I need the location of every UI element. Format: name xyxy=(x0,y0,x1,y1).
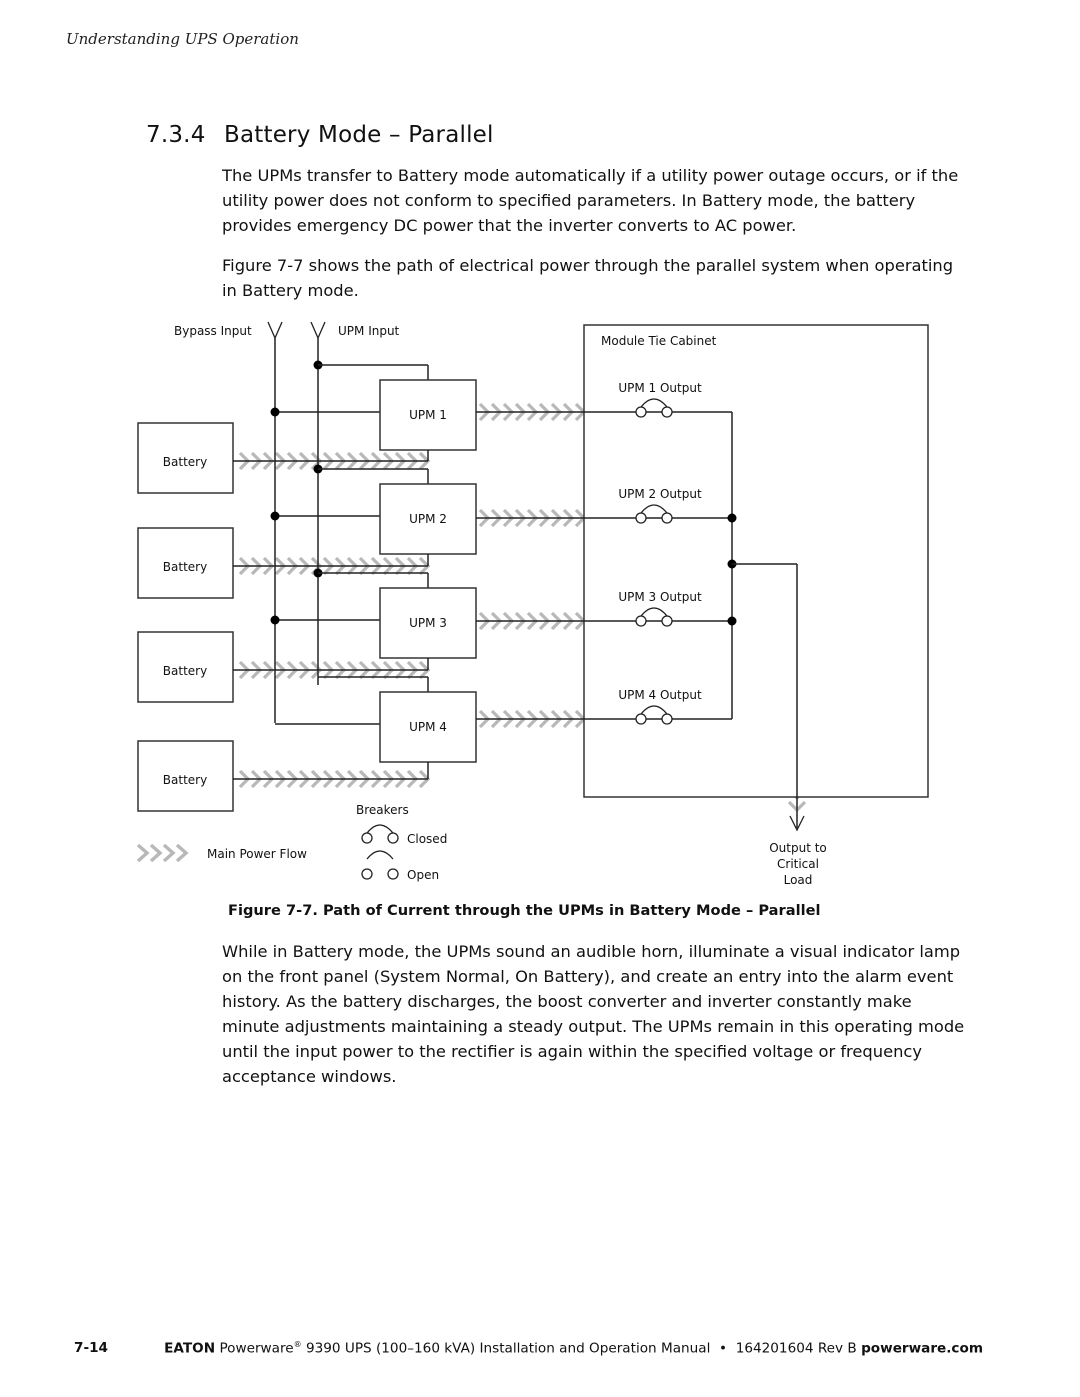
closed-legend-label: Closed xyxy=(407,832,447,846)
figure-caption: Figure 7-7. Path of Current through the … xyxy=(228,902,821,919)
bypass-junction-3 xyxy=(270,615,280,625)
upm-output-label-1: UPM 1 Output xyxy=(618,381,702,395)
registered-mark: ® xyxy=(293,1340,302,1349)
breaker-terminal xyxy=(661,713,673,725)
output-label-3: Load xyxy=(784,873,813,887)
flow-chevron xyxy=(175,843,189,863)
section-number: 7.3.4 xyxy=(146,122,206,148)
wire-layer xyxy=(137,321,929,880)
brand-name: EATON xyxy=(164,1340,216,1357)
breaker-terminal xyxy=(387,832,399,844)
upm-output-label-3: UPM 3 Output xyxy=(618,590,702,604)
battery-label-2: Battery xyxy=(163,560,207,574)
breaker-terminal xyxy=(361,832,373,844)
document-title: 9390 UPS (100–160 kVA) Installation and … xyxy=(301,1340,862,1357)
breaker-arc xyxy=(366,850,394,860)
body-paragraph-2: Figure 7-7 shows the path of electrical … xyxy=(222,256,954,300)
upm-input-symbol xyxy=(310,321,326,340)
upm-label-2: UPM 2 xyxy=(409,512,447,526)
battery-label-1: Battery xyxy=(163,455,207,469)
upm-label-4: UPM 4 xyxy=(409,720,447,734)
breaker-terminal xyxy=(635,406,647,418)
breakers-legend-title: Breakers xyxy=(356,803,409,817)
breaker-terminal xyxy=(635,713,647,725)
page-number: 7-14 xyxy=(74,1340,109,1356)
main-power-flow-legend-label: Main Power Flow xyxy=(207,847,307,861)
bypass-input-label: Bypass Input xyxy=(174,324,252,338)
bypass-input-symbol xyxy=(267,321,283,340)
power-flow-diagram: Bypass Input UPM Input Module Tie Cabine… xyxy=(136,321,929,887)
breaker-terminal xyxy=(387,868,399,880)
battery-label-3: Battery xyxy=(163,664,207,678)
open-breaker-legend-icon xyxy=(361,850,399,880)
body-paragraph-1: The UPMs transfer to Battery mode automa… xyxy=(222,166,959,235)
upm-label-1: UPM 1 xyxy=(409,408,447,422)
website-link[interactable]: powerware.com xyxy=(861,1341,983,1357)
breaker-terminal xyxy=(661,615,673,627)
running-head: Understanding UPS Operation xyxy=(66,30,299,48)
product-name: Powerware xyxy=(219,1340,294,1357)
upm-output-label-2: UPM 2 Output xyxy=(618,487,702,501)
upm-input-label: UPM Input xyxy=(338,324,400,338)
closed-breaker-legend-icon xyxy=(361,824,399,844)
body-paragraph-3: While in Battery mode, the UPMs sound an… xyxy=(222,942,965,1086)
upm-label-3: UPM 3 xyxy=(409,616,447,630)
output-bus-junction-2 xyxy=(727,513,737,523)
breaker-terminal xyxy=(661,512,673,524)
flow-chevron xyxy=(136,843,150,863)
battery-label-4: Battery xyxy=(163,773,207,787)
output-label-1: Output to xyxy=(769,841,827,855)
module-tie-cabinet-label: Module Tie Cabinet xyxy=(601,334,717,348)
output-label-2: Critical xyxy=(777,857,819,871)
breaker-arc xyxy=(366,824,394,834)
breaker-terminal xyxy=(661,406,673,418)
document-info: EATON Powerware® 9390 UPS (100–160 kVA) … xyxy=(164,1340,983,1357)
breaker-terminal xyxy=(635,512,647,524)
bypass-junction-2 xyxy=(270,511,280,521)
main-power-flow-legend-icon xyxy=(136,843,189,863)
flow-chevron xyxy=(149,843,163,863)
breaker-terminal xyxy=(361,868,373,880)
open-legend-label: Open xyxy=(407,868,439,882)
section-title-text: Battery Mode – Parallel xyxy=(224,122,494,148)
bypass-junction-1 xyxy=(270,407,280,417)
flow-chevron xyxy=(162,843,176,863)
upm-output-label-4: UPM 4 Output xyxy=(618,688,702,702)
output-bus-junction-3 xyxy=(727,616,737,626)
section-title: 7.3.4 Battery Mode – Parallel xyxy=(146,122,494,148)
module-tie-cabinet xyxy=(583,324,929,798)
breaker-terminal xyxy=(635,615,647,627)
